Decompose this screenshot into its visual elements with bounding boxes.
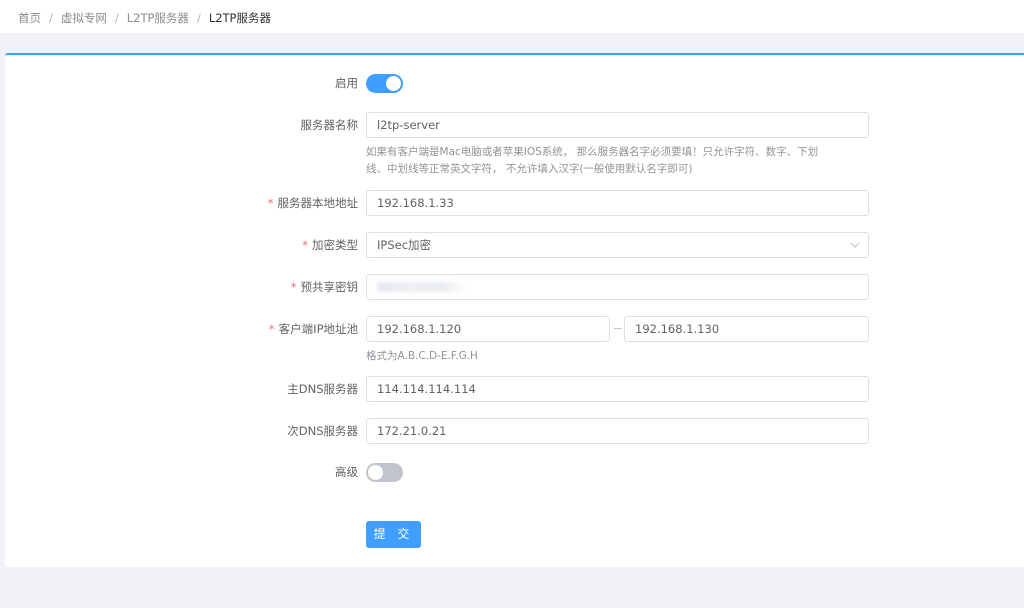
encryption-select[interactable]: IPSec加密: [366, 232, 869, 258]
encryption-select-value: IPSec加密: [377, 238, 432, 252]
ip-pool-range: [5, 316, 1024, 342]
advanced-switch[interactable]: [366, 463, 403, 482]
server-name-input[interactable]: l2tp-server: [366, 112, 869, 138]
required-mark: *: [302, 238, 308, 252]
masked-psk-value: [377, 282, 467, 292]
required-mark: *: [267, 196, 274, 210]
local-address-input[interactable]: 192.168.1.33: [366, 190, 869, 216]
encryption-label-text: 加密类型: [312, 238, 358, 252]
range-separator: [614, 328, 622, 329]
ip-pool-end-input[interactable]: 192.168.1.130: [624, 316, 869, 342]
breadcrumb: 首页 / 虚拟专网 / L2TP服务器 / L2TP服务器: [18, 10, 271, 26]
server-name-label: 服务器名称: [300, 118, 359, 132]
secondary-dns-label: 次DNS服务器: [287, 424, 358, 438]
secondary-dns-input[interactable]: 172.21.0.21: [366, 418, 869, 444]
chevron-down-icon: [850, 242, 860, 248]
submit-button[interactable]: 提 交: [366, 521, 421, 548]
psk-input[interactable]: [366, 274, 869, 300]
local-address-label: * 服务器本地地址: [268, 195, 358, 211]
primary-dns-label: 主DNS服务器: [287, 382, 358, 396]
enable-switch[interactable]: [366, 74, 403, 93]
breadcrumb-item-home[interactable]: 首页: [18, 10, 41, 26]
switch-knob: [368, 465, 383, 480]
form-card: 启用 服务器名称 l2tp-server 如果有客户端是Mac电脑或者苹果IOS…: [5, 53, 1024, 567]
psk-label-text: 预共享密钥: [300, 280, 359, 294]
ip-pool-hint: 格式为A.B.C.D-E.F.G.H: [366, 350, 478, 362]
primary-dns-input[interactable]: 114.114.114.114: [366, 376, 869, 402]
switch-knob: [386, 76, 401, 91]
advanced-label: 高级: [335, 465, 358, 479]
top-bar: 首页 / 虚拟专网 / L2TP服务器 / L2TP服务器: [0, 0, 1024, 33]
breadcrumb-separator: /: [114, 11, 119, 25]
local-address-label-text: 服务器本地地址: [277, 196, 359, 210]
breadcrumb-item-current: L2TP服务器: [208, 11, 271, 25]
required-mark: *: [290, 280, 297, 294]
breadcrumb-item-vpn[interactable]: 虚拟专网: [61, 10, 107, 26]
psk-label: * 预共享密钥: [291, 279, 358, 295]
breadcrumb-separator: /: [196, 11, 201, 25]
server-name-hint-line-2: 线、中划线等正常英文字符， 不允许填入汉字(一般使用默认名字即可): [366, 163, 693, 175]
breadcrumb-item-l2tp-server[interactable]: L2TP服务器: [127, 10, 189, 26]
enable-label: 启用: [335, 76, 358, 90]
breadcrumb-separator: /: [49, 11, 53, 25]
server-name-hint-line-1: 如果有客户端是Mac电脑或者苹果IOS系统， 那么服务器名字必须要填！只允许字符…: [366, 146, 819, 158]
encryption-label: * 加密类型: [302, 237, 358, 253]
